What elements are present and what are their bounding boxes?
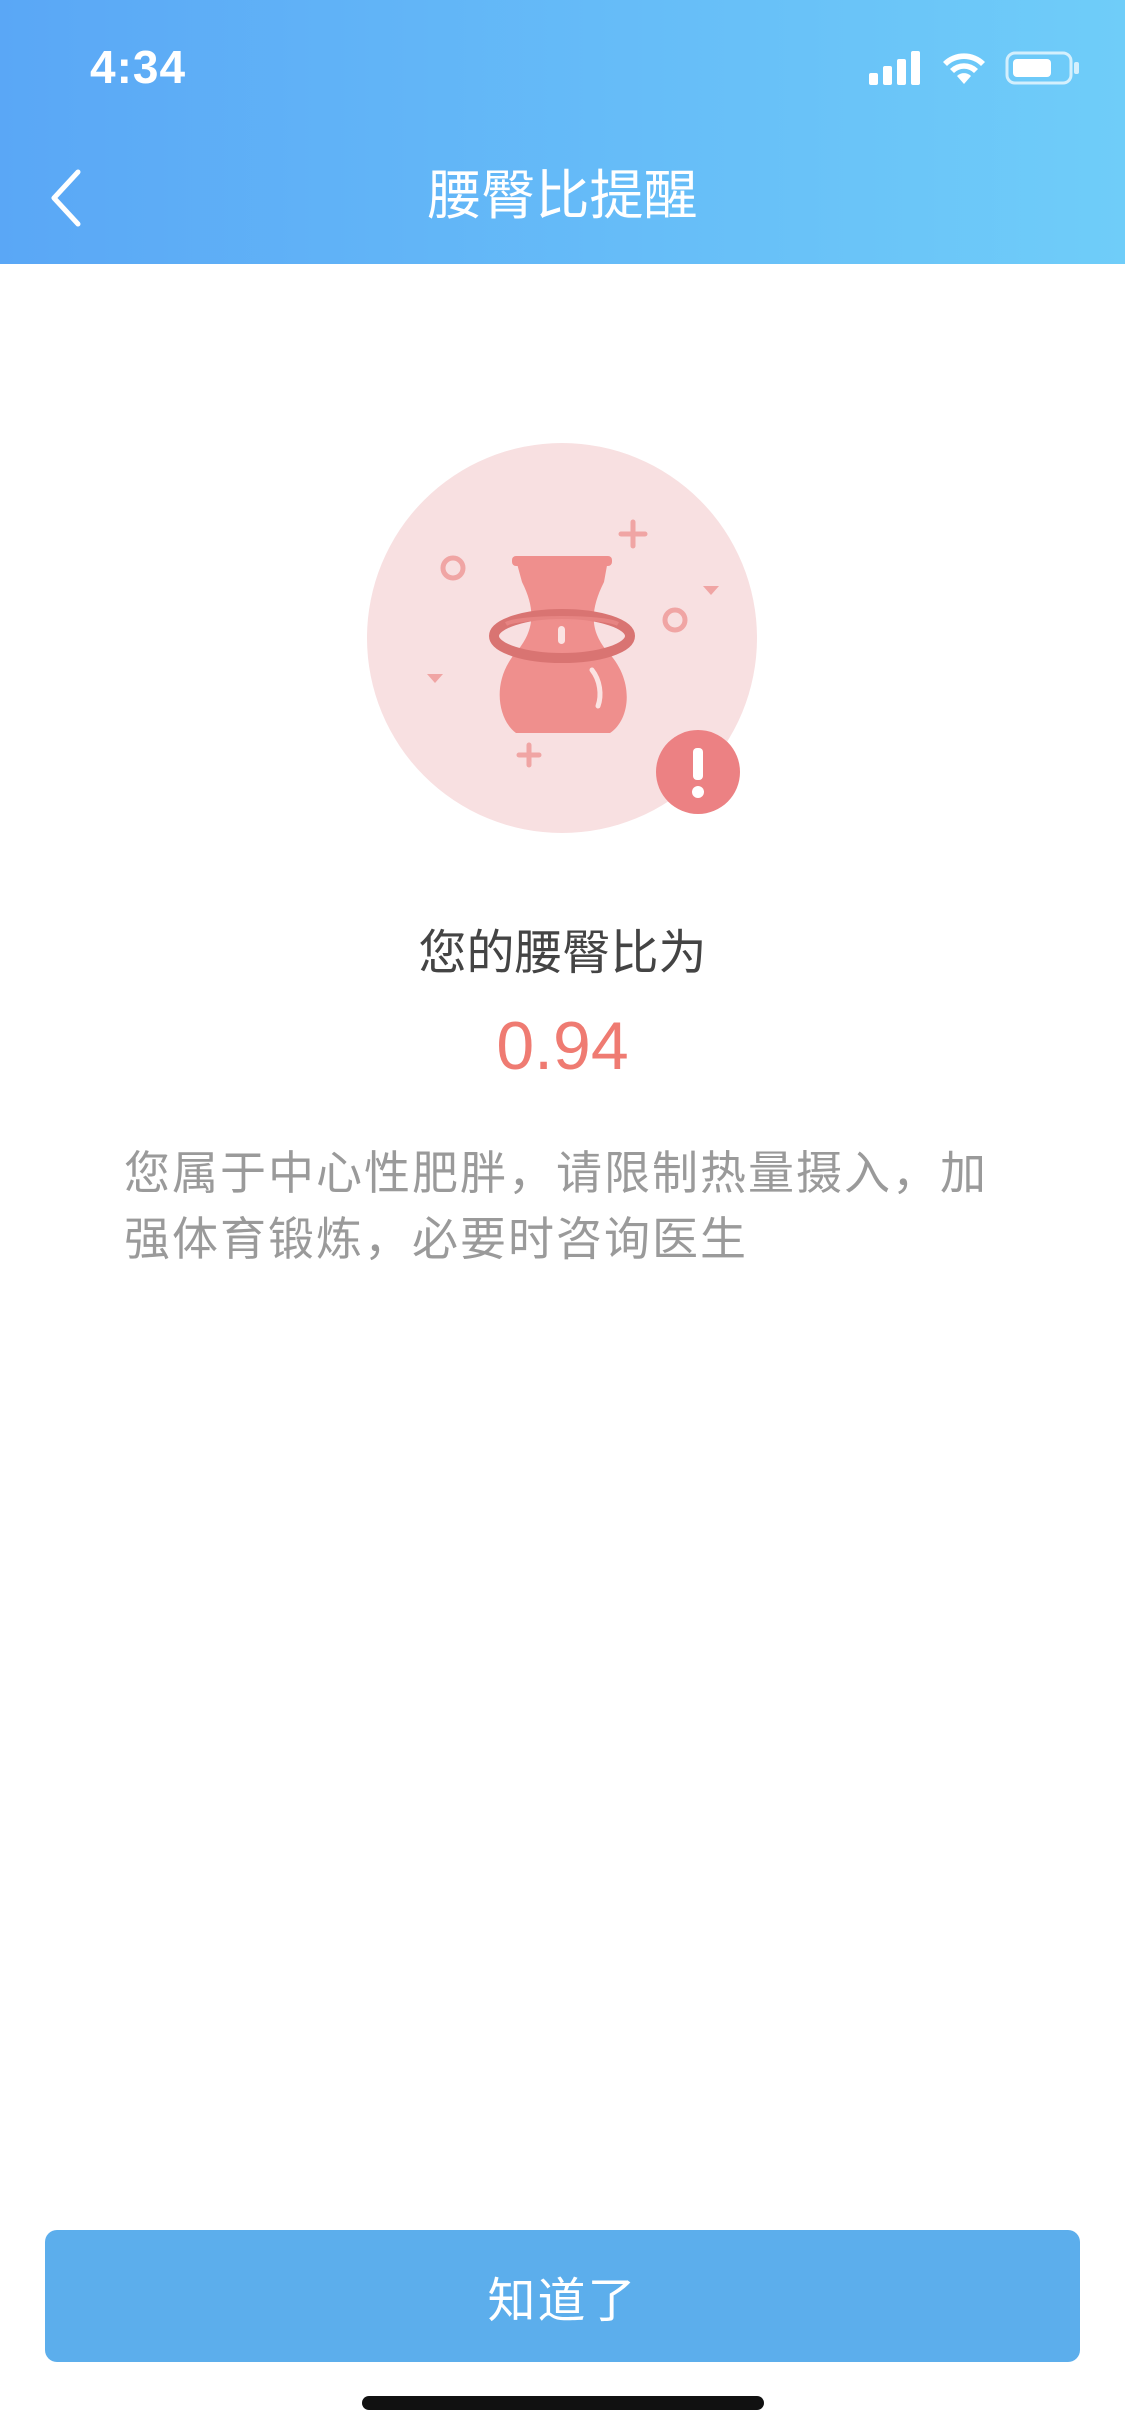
status-time: 4:34 xyxy=(90,41,187,93)
advice-text: 您属于中心性肥胖，请限制热量摄入，加强体育锻炼，必要时咨询医生 xyxy=(124,1146,988,1266)
waist-hip-illustration xyxy=(360,440,780,860)
page-title: 腰臀比提醒 xyxy=(427,164,698,227)
ratio-value: 0.94 xyxy=(496,1008,629,1084)
wifi-icon xyxy=(943,53,985,84)
acknowledge-button[interactable]: 知道了 xyxy=(45,2230,1080,2362)
home-indicator[interactable] xyxy=(362,2396,764,2410)
ratio-label: 您的腰臀比为 xyxy=(418,925,707,981)
exclamation-icon xyxy=(656,730,740,814)
battery-icon xyxy=(1005,51,1079,85)
status-icons xyxy=(869,48,1081,88)
cellular-signal-icon xyxy=(869,51,920,85)
header-bar: 4:34 腰臀比提醒 xyxy=(0,0,1125,264)
